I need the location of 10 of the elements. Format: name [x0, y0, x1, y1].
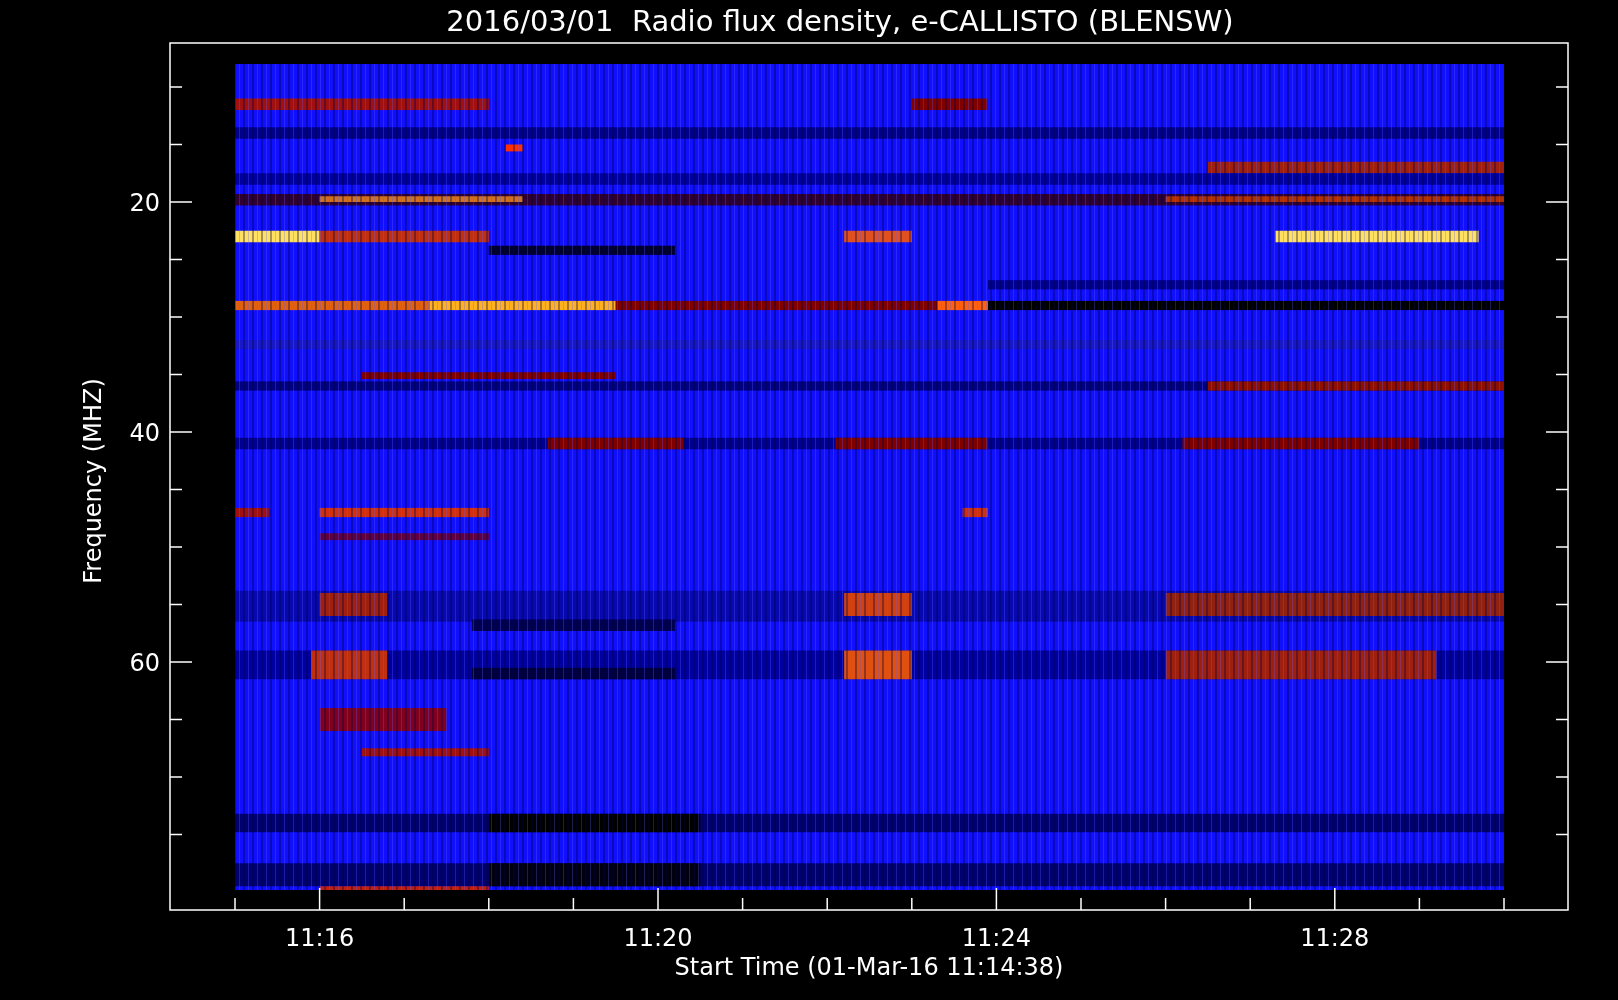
y-tick-label: 40 — [129, 419, 160, 447]
x-tick-label: 11:24 — [961, 924, 1031, 952]
x-tick-label: 11:16 — [285, 924, 355, 952]
y-tick-label: 60 — [129, 649, 160, 677]
y-axis-label: Frequency (MHZ) — [79, 378, 107, 584]
y-tick-label: 20 — [129, 189, 160, 217]
x-axis-label: Start Time (01-Mar-16 11:14:38) — [674, 953, 1064, 981]
x-tick-label: 11:28 — [1300, 924, 1370, 952]
chart-title: 2016/03/01 Radio flux density, e-CALLISTO (BLENSW) — [446, 4, 1234, 38]
x-tick-label: 11:20 — [623, 924, 693, 952]
